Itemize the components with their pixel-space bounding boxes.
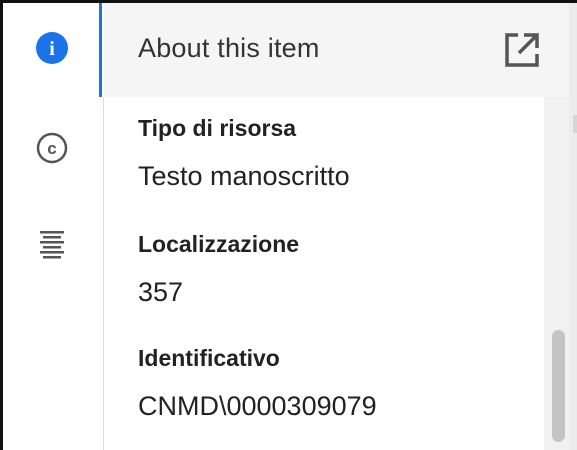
copyright-icon: c — [36, 132, 68, 164]
field-value-identificativo: CNMD\0000309079 — [138, 391, 377, 421]
icon-rail: i c — [3, 3, 101, 450]
panel-header: About this item — [104, 3, 569, 97]
field-value-localizzazione: 357 — [138, 277, 184, 307]
text-lines-icon — [40, 231, 64, 259]
field-label-tipo: Tipo di risorsa — [138, 115, 297, 141]
field-value-tipo: Testo manoscritto — [138, 161, 350, 191]
item-details: Tipo di risorsa Testo manoscritto Locali… — [104, 97, 544, 450]
info-icon-glyph: i — [49, 38, 55, 60]
field-label-identificativo: Identificativo — [138, 345, 280, 371]
copyright-icon-glyph: c — [47, 139, 56, 158]
open-in-new-icon[interactable] — [502, 30, 542, 70]
field-label-localizzazione: Localizzazione — [138, 231, 300, 257]
rail-item-text[interactable] — [3, 199, 101, 289]
panel-title: About this item — [138, 33, 320, 63]
scrollbar-thumb[interactable] — [552, 330, 565, 442]
info-icon: i — [36, 32, 68, 64]
rail-item-copyright[interactable]: c — [3, 103, 101, 193]
right-edge — [569, 3, 577, 450]
rail-item-info[interactable]: i — [3, 3, 101, 93]
active-tab-indicator — [99, 3, 102, 97]
